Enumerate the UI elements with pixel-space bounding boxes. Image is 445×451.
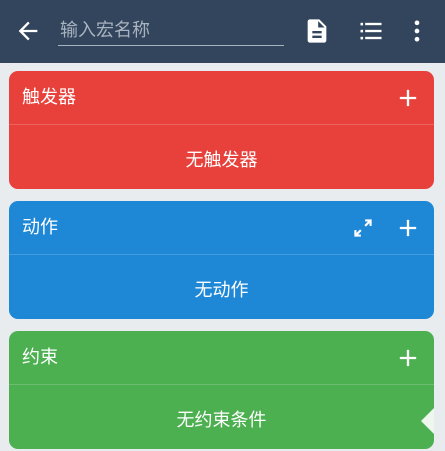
- top-app-bar: [0, 0, 445, 63]
- macro-name-input[interactable]: [58, 16, 284, 46]
- constraint-section: 约束 无约束条件: [9, 331, 434, 449]
- more-options-button[interactable]: [403, 17, 431, 45]
- trigger-header: 触发器: [9, 71, 434, 125]
- document-icon: [307, 19, 327, 43]
- constraint-empty-text: 无约束条件: [176, 410, 267, 431]
- scroll-edge-marker: [421, 407, 434, 435]
- add-action-button[interactable]: [394, 214, 422, 242]
- arrow-left-icon: [18, 21, 38, 41]
- list-icon: [360, 22, 382, 40]
- add-trigger-button[interactable]: [394, 84, 422, 112]
- back-button[interactable]: [14, 17, 42, 45]
- trigger-title: 触发器: [22, 87, 76, 108]
- trigger-empty-text: 无触发器: [185, 150, 258, 171]
- add-constraint-button[interactable]: [394, 344, 422, 372]
- more-vert-icon: [414, 20, 420, 42]
- action-empty-text: 无动作: [194, 280, 249, 301]
- list-button[interactable]: [357, 17, 385, 45]
- expand-actions-button[interactable]: [350, 215, 376, 241]
- constraint-title: 约束: [22, 347, 58, 368]
- action-title: 动作: [22, 217, 58, 238]
- constraint-header: 约束: [9, 331, 434, 385]
- plus-icon: [399, 349, 417, 367]
- expand-icon: [354, 219, 372, 237]
- action-section: 动作 无动作: [9, 201, 434, 319]
- plus-icon: [399, 219, 417, 237]
- action-header: 动作: [9, 201, 434, 255]
- trigger-section: 触发器 无触发器: [9, 71, 434, 189]
- plus-icon: [399, 89, 417, 107]
- document-button[interactable]: [303, 17, 331, 45]
